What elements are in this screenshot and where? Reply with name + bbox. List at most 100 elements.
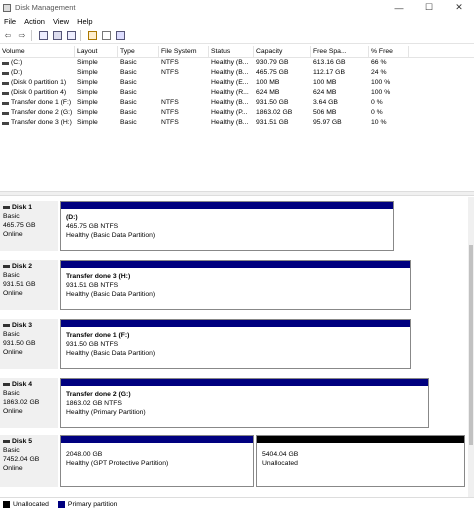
volume-name: Transfer done 1 (F:) — [11, 99, 72, 106]
disk-size: 465.75 GB — [3, 222, 36, 229]
disk-label[interactable]: Disk 3 Basic 931.50 GB Online — [0, 319, 58, 369]
cell-type: Basic — [120, 69, 137, 76]
menu-action[interactable]: Action — [20, 17, 49, 26]
cell-layout: Simple — [77, 99, 98, 106]
partition[interactable]: Transfer done 1 (F:) 931.50 GB NTFS Health… — [60, 319, 411, 369]
column-free-space[interactable]: Free Spa... — [311, 46, 369, 57]
vertical-scrollbar[interactable] — [468, 197, 474, 497]
cell-file-system: NTFS — [161, 119, 179, 126]
volume-row[interactable]: Transfer done 1 (F:) Simple Basic NTFS Healt… — [0, 98, 474, 108]
back-icon[interactable]: ⇦ — [2, 30, 14, 42]
volume-row[interactable]: Transfer done 3 (H:) Simple Basic NTFS Healt… — [0, 118, 474, 128]
volume-icon — [2, 91, 9, 95]
cell-type: Basic — [120, 59, 137, 66]
volume-row[interactable]: (Disk 0 partition 4) Simple Basic Healthy (… — [0, 88, 474, 98]
menu-file[interactable]: File — [0, 17, 20, 26]
cell-type: Basic — [120, 79, 137, 86]
column-volume[interactable]: Volume — [0, 46, 75, 57]
cell-volume: (Disk 0 partition 4) — [0, 88, 75, 98]
disk-label[interactable]: Disk 5 Basic 7452.04 GB Online — [0, 435, 58, 487]
disk-label[interactable]: Disk 4 Basic 1863.02 GB Online — [0, 378, 58, 428]
partition-body: Transfer done 2 (G:) 1863.02 GB NTFS Healt… — [61, 386, 428, 421]
disk-status: Online — [3, 408, 23, 415]
disk-type: Basic — [3, 272, 20, 279]
disk-row: Disk 1 Basic 465.75 GB Online (D:) 465.75 … — [0, 201, 468, 251]
forward-icon[interactable]: ⇨ — [16, 30, 28, 42]
help-icon[interactable] — [51, 30, 63, 42]
scrollbar-thumb[interactable] — [469, 245, 473, 445]
volume-icon — [2, 121, 9, 125]
disk-name-row: Disk 5 — [3, 437, 55, 446]
volume-icon — [2, 81, 9, 85]
cell-type: Basic — [120, 119, 137, 126]
disk-icon — [3, 206, 10, 209]
partition[interactable]: 2048.00 GB Healthy (GPT Protective Partit… — [60, 435, 254, 487]
cell-percent-free: 24 % — [371, 69, 387, 76]
disk-label[interactable]: Disk 1 Basic 465.75 GB Online — [0, 201, 58, 251]
cell-status: Healthy (B... — [211, 59, 249, 66]
partition-bar — [61, 320, 410, 327]
cell-volume: (C:) — [0, 58, 75, 68]
menu-help[interactable]: Help — [73, 17, 96, 26]
disk-management-icon — [3, 3, 11, 12]
column-capacity[interactable]: Capacity — [254, 46, 311, 57]
volume-icon — [2, 61, 9, 65]
maximize-button[interactable]: ☐ — [414, 0, 444, 15]
partition[interactable]: Transfer done 3 (H:) 931.51 GB NTFS Health… — [60, 260, 411, 310]
menu-view[interactable]: View — [49, 17, 73, 26]
disk-type: Basic — [3, 447, 20, 454]
partition-bar — [61, 436, 253, 443]
menu-bar: File Action View Help — [0, 15, 474, 28]
disk-row: Disk 4 Basic 1863.02 GB Online Transfer d… — [0, 378, 468, 428]
partition-body: Transfer done 1 (F:) 931.50 GB NTFS Health… — [61, 327, 410, 362]
volume-row[interactable]: (Disk 0 partition 1) Simple Basic Healthy (… — [0, 78, 474, 88]
volume-name: (D:) — [11, 69, 23, 76]
column-layout[interactable]: Layout — [75, 46, 118, 57]
cell-file-system — [159, 78, 209, 88]
cell-file-system: NTFS — [161, 109, 179, 116]
close-button[interactable]: ✕ — [444, 0, 474, 15]
cell-volume: Transfer done 1 (F:) — [0, 98, 75, 108]
partition-status: Healthy (Basic Data Partition) — [66, 291, 156, 298]
cell-percent-free: 100 % — [371, 89, 391, 96]
column-type[interactable]: Type — [118, 46, 159, 57]
pane-splitter[interactable] — [0, 191, 474, 196]
volume-row[interactable]: (C:) Simple Basic NTFS Healthy (B... 930.79 G… — [0, 58, 474, 68]
volume-row[interactable]: (D:) Simple Basic NTFS Healthy (B... 465.75 G… — [0, 68, 474, 78]
console-tree-icon[interactable] — [37, 30, 49, 42]
disk-row: Disk 2 Basic 931.51 GB Online Transfer do… — [0, 260, 468, 310]
column-status[interactable]: Status — [209, 46, 254, 57]
cell-file-system: NTFS — [161, 99, 179, 106]
disk-type: Basic — [3, 213, 20, 220]
cell-capacity: 624 MB — [256, 89, 280, 96]
cell-layout: Simple — [77, 119, 98, 126]
disk-label[interactable]: Disk 2 Basic 931.51 GB Online — [0, 260, 58, 310]
disk-status: Online — [3, 349, 23, 356]
minimize-button[interactable]: — — [384, 0, 414, 15]
partition-size: 465.75 GB NTFS — [66, 223, 119, 230]
volume-list-header: Volume Layout Type File System Status Ca… — [0, 46, 474, 58]
column-percent-free[interactable]: % Free — [369, 46, 409, 57]
window-title: Disk Management — [15, 3, 76, 12]
disk-name-row: Disk 1 — [3, 203, 55, 212]
partition[interactable]: Transfer done 2 (G:) 1863.02 GB NTFS Healt… — [60, 378, 429, 428]
refresh-icon[interactable] — [114, 30, 126, 42]
partition-size: 2048.00 GB — [66, 451, 103, 458]
volume-row[interactable]: Transfer done 2 (G:) Simple Basic NTFS Healt… — [0, 108, 474, 118]
column-file-system[interactable]: File System — [159, 46, 209, 57]
partition-name: Transfer done 1 (F:) — [66, 332, 130, 339]
partition-size: 931.50 GB NTFS — [66, 341, 119, 348]
partition[interactable]: (D:) 465.75 GB NTFS Healthy (Basic Data Pa… — [60, 201, 394, 251]
cell-volume: Transfer done 2 (G:) — [0, 108, 75, 118]
disk-name: Disk 2 — [12, 263, 33, 270]
connect-icon[interactable] — [86, 30, 98, 42]
list-view-icon[interactable] — [65, 30, 77, 42]
properties-icon[interactable] — [100, 30, 112, 42]
cell-layout: Simple — [77, 69, 98, 76]
partition-bar — [61, 202, 393, 209]
cell-file-system: NTFS — [161, 59, 179, 66]
unallocated-space[interactable]: 5404.04 GB Unallocated — [256, 435, 465, 487]
cell-percent-free: 100 % — [371, 79, 391, 86]
cell-layout: Simple — [77, 79, 98, 86]
cell-type: Basic — [120, 89, 137, 96]
